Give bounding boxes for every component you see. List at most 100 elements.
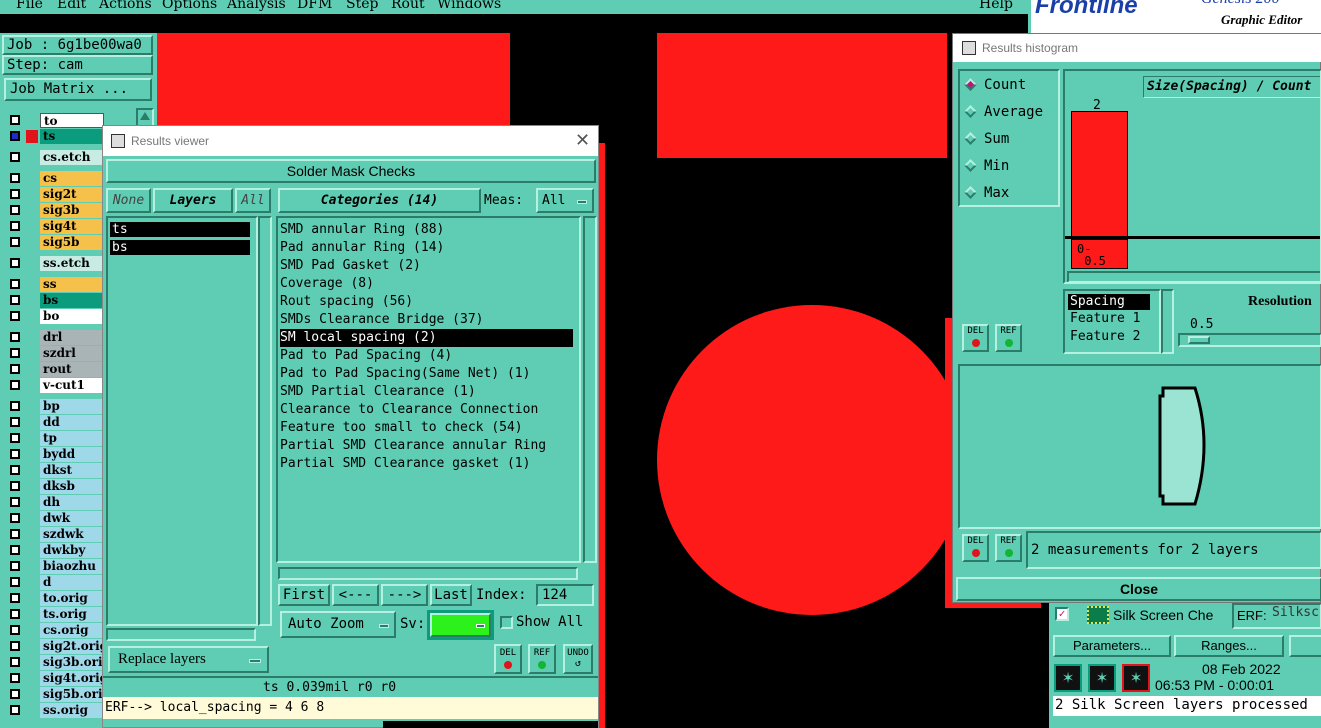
layer-row[interactable]: dd [6, 415, 104, 430]
undo-button[interactable]: UNDO ↺ [563, 644, 593, 674]
category-item[interactable]: Pad to Pad Spacing(Same Net) (1) [280, 365, 577, 383]
layer-row[interactable]: sig2t [6, 187, 104, 202]
layer-checkbox[interactable] [10, 311, 20, 321]
layer-row[interactable]: sig4t.orig [6, 671, 104, 686]
layer-name[interactable]: dh [40, 495, 104, 510]
layer-row[interactable]: cs.orig [6, 623, 104, 638]
checklist-check[interactable]: ✓ [1055, 607, 1069, 621]
last-button[interactable]: Last [430, 584, 472, 606]
layer-checkbox[interactable] [10, 131, 20, 141]
preview-del-button[interactable]: DEL [962, 534, 989, 562]
category-item[interactable]: Partial SMD Clearance annular Ring [280, 437, 577, 455]
layer-checkbox[interactable] [10, 593, 20, 603]
layer-checkbox[interactable] [10, 279, 20, 289]
layer-checkbox[interactable] [10, 481, 20, 491]
layer-row[interactable]: bydd [6, 447, 104, 462]
menu-actions[interactable]: Actions [99, 0, 152, 12]
layer-checkbox[interactable] [10, 609, 20, 619]
layer-checkbox[interactable] [10, 237, 20, 247]
layer-name[interactable]: ts.orig [40, 607, 104, 622]
run-icon-2[interactable]: ✶ [1088, 664, 1116, 692]
layer-name[interactable]: sig3b [40, 203, 104, 218]
category-item[interactable]: Clearance to Clearance Connection [280, 401, 577, 419]
layer-checkbox[interactable] [10, 417, 20, 427]
layer-row[interactable]: dkst [6, 463, 104, 478]
ref-button[interactable]: REF [528, 644, 556, 674]
menu-windows[interactable]: Windows [437, 0, 501, 12]
parameters-button[interactable]: Parameters... [1053, 635, 1171, 657]
layer-name[interactable]: biaozhu [40, 559, 104, 574]
layer-row[interactable]: szdwk [6, 527, 104, 542]
layer-checkbox[interactable] [10, 449, 20, 459]
layer-result-list[interactable]: ts bs [106, 216, 258, 626]
layer-checkbox[interactable] [10, 657, 20, 667]
bin-label-box[interactable]: 0- 0.5 [1071, 239, 1128, 269]
layer-checkbox[interactable] [10, 689, 20, 699]
layer-name[interactable]: dkst [40, 463, 104, 478]
layer-row[interactable]: bo [6, 309, 104, 324]
layer-name[interactable]: szdrl [40, 346, 104, 361]
next-button[interactable]: ---> [381, 584, 428, 606]
job-matrix-button[interactable]: Job Matrix ... [4, 78, 152, 101]
layer-checkbox[interactable] [10, 205, 20, 215]
layer-checkbox[interactable] [10, 465, 20, 475]
layer-checkbox[interactable] [10, 332, 20, 342]
ranges-button[interactable]: Ranges... [1174, 635, 1284, 657]
layer-name[interactable]: ss.etch [40, 256, 104, 271]
layer-row[interactable]: bs [6, 293, 104, 308]
layer-row[interactable]: ts [6, 129, 104, 144]
layer-row[interactable]: to.orig [6, 591, 104, 606]
layer-checkbox[interactable] [10, 173, 20, 183]
layers-button[interactable]: Layers [153, 188, 233, 213]
category-item[interactable]: SMDs Clearance Bridge (37) [280, 311, 577, 329]
measure-list[interactable]: Spacing Feature 1 Feature 2 [1063, 289, 1161, 354]
measure-list-scrollbar[interactable] [1161, 289, 1174, 354]
layer-row[interactable]: sig3b.orig [6, 655, 104, 670]
first-button[interactable]: First [278, 584, 330, 606]
category-item[interactable]: Pad annular Ring (14) [280, 239, 577, 257]
layer-checkbox[interactable] [10, 152, 20, 162]
layer-name[interactable]: ss.orig [40, 703, 104, 718]
resolution-slider[interactable] [1178, 333, 1321, 347]
category-item[interactable]: Feature too small to check (54) [280, 419, 577, 437]
layer-row[interactable]: ss [6, 277, 104, 292]
chart-hscrollbar[interactable] [1067, 271, 1320, 282]
layer-name[interactable]: sig2t [40, 187, 104, 202]
close-button[interactable]: Close [956, 577, 1321, 601]
layer-row[interactable]: cs.etch [6, 150, 104, 165]
layer-row[interactable]: szdrl [6, 346, 104, 361]
categories-button[interactable]: Categories (14) [278, 188, 481, 213]
layer-name[interactable]: sig5b.orig [40, 687, 104, 702]
layer-name[interactable]: ss [40, 277, 104, 292]
list-item-feature1[interactable]: Feature 1 [1068, 310, 1156, 328]
layer-checkbox[interactable] [10, 625, 20, 635]
layer-row[interactable]: dwkby [6, 543, 104, 558]
layer-name[interactable]: v-cut1 [40, 378, 104, 393]
layer-checkbox[interactable] [10, 115, 20, 125]
run-icon-1[interactable]: ✶ [1054, 664, 1082, 692]
layer-name[interactable]: dwkby [40, 543, 104, 558]
menu-file[interactable]: File [16, 0, 43, 12]
prev-button[interactable]: <--- [332, 584, 379, 606]
layer-row[interactable]: ts.orig [6, 607, 104, 622]
layer-name[interactable]: to [40, 113, 104, 128]
layer-row[interactable]: dh [6, 495, 104, 510]
category-item[interactable]: Coverage (8) [280, 275, 577, 293]
results-viewer-titlebar[interactable]: Results viewer ✕ [103, 126, 598, 156]
menu-help[interactable]: Help [979, 0, 1013, 12]
layer-name[interactable]: bydd [40, 447, 104, 462]
hist-ref-button[interactable]: REF [995, 324, 1022, 352]
layer-row[interactable]: sig3b [6, 203, 104, 218]
layer-item-ts[interactable]: ts [110, 222, 250, 237]
mode-radio[interactable]: Min [964, 157, 1060, 177]
layer-row[interactable]: d [6, 575, 104, 590]
hist-del-button[interactable]: DEL [962, 324, 989, 352]
layer-row[interactable]: sig2t.orig [6, 639, 104, 654]
mode-radio[interactable]: Count [964, 76, 1060, 96]
layer-checkbox[interactable] [10, 364, 20, 374]
layer-checkbox[interactable] [10, 258, 20, 268]
layer-name[interactable]: sig2t.orig [40, 639, 104, 654]
layer-checkbox[interactable] [10, 705, 20, 715]
layer-name[interactable]: bp [40, 399, 104, 414]
category-item[interactable]: SMD Pad Gasket (2) [280, 257, 577, 275]
